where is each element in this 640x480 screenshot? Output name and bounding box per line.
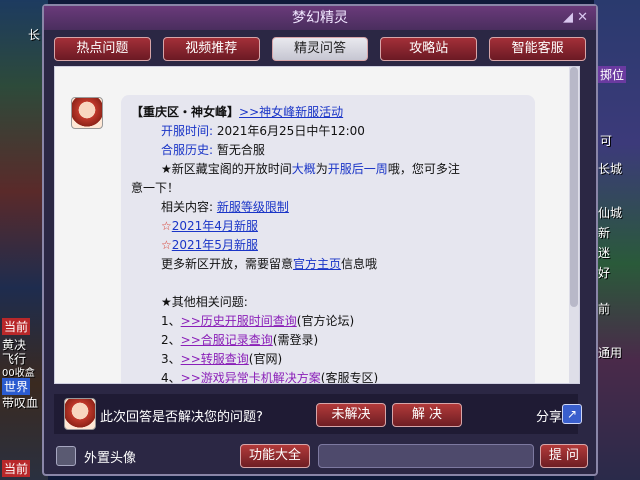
note-line2: 意一下！	[131, 181, 180, 195]
question-1-num: 1、	[161, 314, 181, 328]
question-4-num: 4、	[161, 371, 181, 384]
genie-window: 梦幻精灵 ◢ ✕ 热点问题 视频推荐 精灵问答 攻略站 智能客服 【重庆区・神女…	[42, 4, 598, 476]
tab-smart-support[interactable]: 智能客服	[489, 37, 586, 61]
share-label[interactable]: 分享	[536, 406, 562, 425]
window-title: 梦幻精灵	[292, 10, 348, 26]
ask-button[interactable]: 提 问	[540, 444, 588, 468]
note-end: 哦，您可多注	[387, 162, 460, 176]
bottom-channel-tag[interactable]: 当前	[2, 460, 31, 477]
unsolved-button[interactable]: 未解决	[316, 403, 386, 427]
tab-genie-qa[interactable]: 精灵问答	[271, 37, 369, 61]
functions-button[interactable]: 功能大全	[240, 444, 310, 468]
question-1-link[interactable]: >>历史开服时间查询	[181, 314, 297, 328]
right-text-1: 可	[600, 134, 613, 148]
answer-bubble: 【重庆区・神女峰】>>神女峰新服活动 开服时间: 2021年6月25日中午12:…	[121, 95, 535, 384]
feedback-question: 此次回答是否解决您的问题?	[100, 410, 263, 425]
right-text-7: 前	[598, 302, 611, 316]
merge-history-value: 暂无合服	[216, 143, 265, 157]
related-label: 相关内容:	[161, 200, 214, 214]
right-panel-tag[interactable]: 掷位	[598, 66, 627, 83]
right-text-5: 迷	[598, 246, 611, 260]
city-label: 长	[28, 28, 41, 42]
april-server-link[interactable]: 2021年4月新服	[172, 219, 258, 233]
right-text-8: 通用	[598, 346, 623, 360]
question-4-note: (客服专区)	[320, 371, 379, 384]
right-text-3: 仙城	[598, 206, 623, 220]
tab-strategy[interactable]: 攻略站	[380, 37, 478, 61]
world-channel-tag[interactable]: 世界	[2, 378, 31, 395]
open-time-value: 2021年6月25日中午12:00	[216, 124, 365, 138]
official-site-link[interactable]: 官方主页	[293, 257, 341, 271]
right-text-4: 新	[598, 226, 611, 240]
star-icon: ☆	[161, 238, 172, 252]
answer-panel: 【重庆区・神女峰】>>神女峰新服活动 开服时间: 2021年6月25日中午12:…	[54, 66, 580, 384]
question-4-link[interactable]: >>游戏异常卡机解决方案	[181, 371, 321, 383]
server-header: 【重庆区・神女峰】	[131, 105, 240, 119]
tab-hot-questions[interactable]: 热点问题	[54, 37, 151, 61]
note-mid: 为	[315, 162, 328, 176]
chat-line-3: 00收盒	[2, 368, 35, 379]
question-2-num: 2、	[161, 333, 181, 347]
question-2-link[interactable]: >>合服记录查询	[181, 333, 273, 347]
current-channel-tag[interactable]: 当前	[2, 318, 31, 335]
world-chat-text: 带叹血	[2, 396, 39, 410]
scrollbar-thumb[interactable]	[570, 67, 578, 307]
server-activity-link[interactable]: >>神女峰新服活动	[239, 105, 343, 119]
tab-bar: 热点问题 视频推荐 精灵问答 攻略站 智能客服	[54, 37, 586, 61]
share-icon[interactable]: ↗	[562, 404, 582, 424]
question-3-link[interactable]: >>转服查询	[181, 352, 249, 366]
star-icon: ☆	[161, 219, 172, 233]
other-questions-title: ★其他相关问题:	[161, 295, 248, 309]
open-time-label: 开服时间:	[161, 124, 214, 138]
question-3-num: 3、	[161, 352, 181, 366]
related-link-level-limit[interactable]: 新服等级限制	[217, 200, 289, 214]
merge-history-label: 合服历史:	[161, 143, 214, 157]
right-text-2: 长城	[598, 162, 623, 176]
note-highlight-week: 开服后一周	[327, 162, 388, 176]
external-avatar-label: 外置头像	[84, 451, 137, 466]
solved-button[interactable]: 解 决	[392, 403, 462, 427]
right-text-6: 好	[598, 266, 611, 280]
more-end: 信息哦	[341, 257, 378, 271]
more-text: 更多新区开放，需要留意	[161, 257, 294, 271]
question-input[interactable]	[318, 444, 534, 468]
external-avatar-checkbox[interactable]	[56, 446, 76, 466]
feedback-avatar	[64, 398, 96, 430]
note-text: ★新区藏宝阁的开放时间	[161, 162, 292, 176]
genie-avatar	[71, 97, 103, 129]
title-bar[interactable]: 梦幻精灵 ◢ ✕	[44, 6, 596, 30]
may-server-link[interactable]: 2021年5月新服	[172, 238, 258, 252]
note-highlight-approx: 大概	[291, 162, 316, 176]
feedback-bar: 此次回答是否解决您的问题? 未解决 解 决 分享 ↗	[54, 394, 582, 434]
tab-video-recommend[interactable]: 视频推荐	[162, 37, 260, 61]
window-controls[interactable]: ◢ ✕	[563, 6, 588, 30]
question-2-note: (需登录)	[272, 333, 319, 347]
answer-scrollbar[interactable]	[569, 67, 579, 383]
question-1-note: (官方论坛)	[296, 314, 355, 328]
question-3-note: (官网)	[248, 352, 283, 366]
